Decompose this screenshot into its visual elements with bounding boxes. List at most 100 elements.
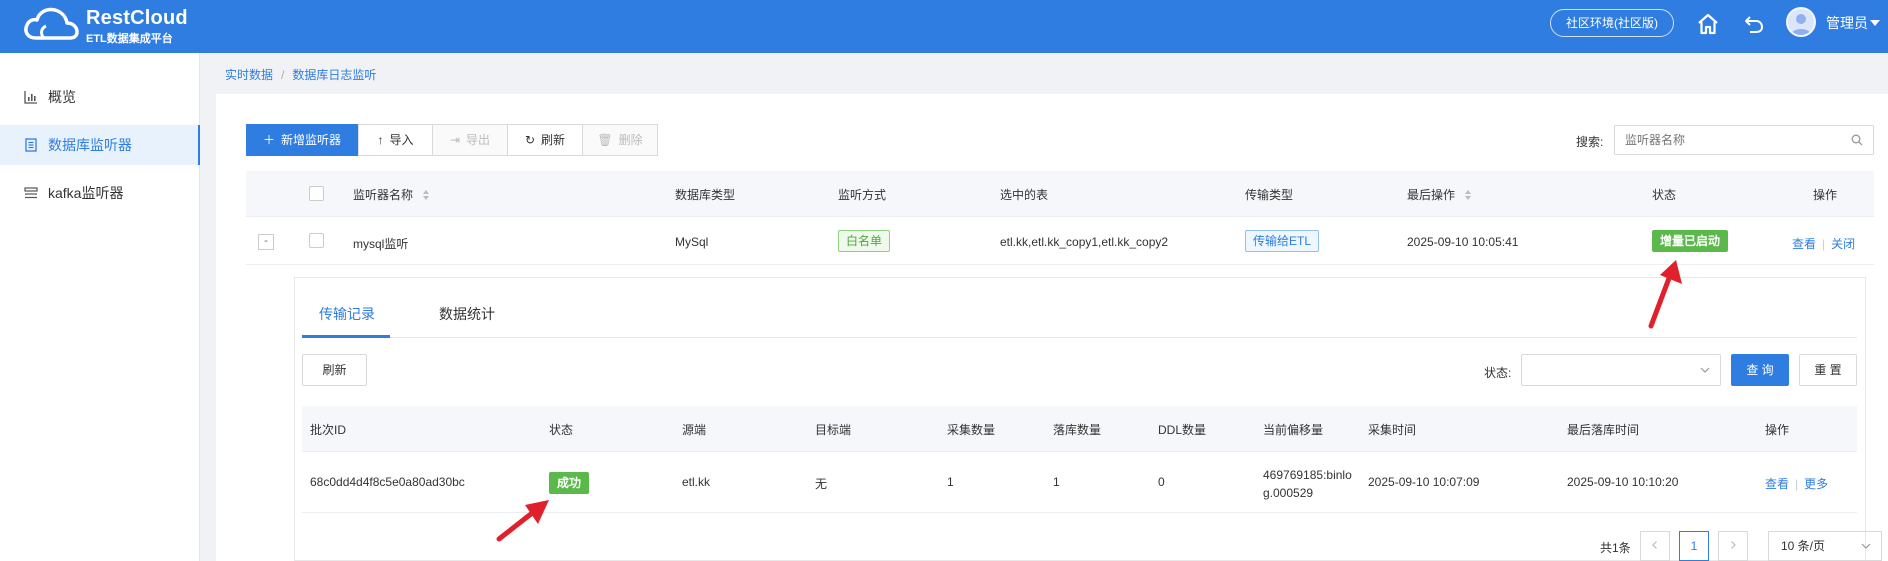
breadcrumb-item[interactable]: 数据库日志监听 (292, 68, 376, 82)
chevron-down-icon (1700, 367, 1710, 373)
annotation-arrow-icon (496, 500, 549, 542)
collected-count: 1 (947, 475, 954, 489)
batch-id: 68c0dd4d4f8c5e0a80ad30bc (310, 475, 465, 489)
detail-tabs: 传输记录 数据统计 (302, 296, 1857, 338)
button-label: 新增监听器 (281, 133, 342, 147)
user-name[interactable]: 管理员 (1826, 13, 1868, 33)
button-label: 导出 (466, 133, 491, 147)
page-number[interactable]: 1 (1679, 531, 1709, 561)
row-actions: 查看 | 关闭 (1792, 235, 1855, 252)
sort-icon[interactable] (1464, 189, 1472, 201)
transfer-type-tag: 传输给ETL (1245, 230, 1320, 252)
tab-data-statistics[interactable]: 数据统计 (439, 304, 495, 324)
row-actions: 查看 | 更多 (1765, 475, 1828, 492)
collect-time: 2025-09-10 10:07:09 (1368, 475, 1480, 489)
column-header: DDL数量 (1158, 423, 1207, 437)
column-header: 源端 (682, 423, 707, 437)
status-badge: 增量已启动 (1652, 230, 1729, 252)
arrow-up-icon: ↑ (377, 133, 384, 147)
breadcrumb: 实时数据 / 数据库日志监听 (225, 66, 376, 83)
user-avatar-icon (1791, 14, 1811, 35)
annotation-arrow-icon (1648, 260, 1682, 329)
column-header[interactable]: 最后操作 (1407, 186, 1472, 203)
home-icon[interactable] (1696, 12, 1720, 36)
add-listener-button[interactable]: ＋ 新增监听器 (246, 124, 358, 156)
column-header[interactable]: 监听器名称 (353, 186, 430, 203)
page-size-select[interactable]: 10 条/页 (1768, 531, 1882, 561)
column-header: 状态 (1652, 188, 1677, 202)
selected-tables: etl.kk,etl.kk_copy1,etl.kk_copy2 (1000, 235, 1169, 249)
status-badge: 成功 (549, 472, 590, 494)
column-header: 操作 (1813, 188, 1838, 202)
breadcrumb-item[interactable]: 实时数据 (225, 68, 273, 82)
active-tab-indicator (302, 335, 390, 338)
next-page-button[interactable] (1718, 531, 1748, 561)
export-button[interactable]: ⇥ 导出 (432, 124, 508, 156)
export-icon: ⇥ (449, 133, 461, 147)
divider: | (1795, 477, 1799, 491)
avatar[interactable] (1786, 7, 1816, 37)
listener-name: mysql监听 (353, 237, 409, 251)
delete-button[interactable]: 🗑 删除 (582, 124, 658, 156)
query-button[interactable]: 查 询 (1731, 354, 1789, 386)
column-header: 采集时间 (1368, 423, 1417, 437)
source: etl.kk (682, 475, 711, 489)
view-link[interactable]: 查看 (1765, 477, 1789, 491)
stack-icon (24, 187, 38, 199)
prev-page-button[interactable] (1640, 531, 1670, 561)
column-header: 状态 (549, 423, 574, 437)
row-checkbox[interactable] (309, 233, 324, 248)
status-select[interactable] (1521, 354, 1721, 386)
sidebar-item-kafka-listener[interactable]: kafka监听器 (0, 173, 200, 213)
undo-icon[interactable] (1742, 12, 1766, 36)
chevron-down-icon (1861, 543, 1871, 549)
import-button[interactable]: ↑ 导入 (358, 124, 433, 156)
ddl-count: 0 (1158, 475, 1165, 489)
column-label: 监听器名称 (353, 188, 414, 202)
db-type: MySql (675, 235, 709, 249)
current-offset: 469769185:binlog.000529 (1263, 468, 1352, 500)
sidebar-item-overview[interactable]: 概览 (0, 77, 200, 117)
detail-refresh-button[interactable]: 刷新 (302, 354, 367, 386)
listener-table-header: 监听器名称 数据库类型 监听方式 选中的表 传输类型 最后操作 状态 操作 (246, 171, 1874, 217)
column-header: 批次ID (310, 423, 347, 437)
more-link[interactable]: 更多 (1804, 477, 1828, 491)
sidebar-item-label: kafka监听器 (48, 185, 124, 201)
plus-icon: ＋ (262, 133, 275, 147)
divider: | (1822, 237, 1826, 251)
logo-title: RestCloud (86, 7, 188, 29)
records-table-header: 批次ID 状态 源端 目标端 采集数量 落库数量 DDL数量 当前偏移量 采集时… (302, 406, 1857, 452)
collapse-row-button[interactable]: - (258, 234, 274, 250)
search-input[interactable] (1614, 125, 1874, 155)
stored-count: 1 (1053, 475, 1060, 489)
trash-icon: 🗑 (597, 133, 613, 147)
tab-transfer-records[interactable]: 传输记录 (319, 304, 375, 324)
column-header: 当前偏移量 (1263, 423, 1324, 437)
status-filter-label: 状态: (1484, 366, 1512, 380)
caret-down-icon[interactable] (1870, 20, 1880, 26)
environment-badge[interactable]: 社区环境(社区版) (1550, 9, 1674, 37)
table-row: - mysql监听 MySql 白名单 etl.kk,etl.kk_copy1,… (246, 218, 1874, 265)
sort-icon[interactable] (422, 189, 430, 201)
refresh-button[interactable]: ↻ 刷新 (507, 124, 583, 156)
total-count: 共1条 (1600, 541, 1631, 555)
button-label: 删除 (618, 133, 643, 147)
chevron-right-icon (1731, 541, 1736, 549)
button-label: 刷新 (541, 133, 566, 147)
reset-button[interactable]: 重 置 (1799, 354, 1857, 386)
close-link[interactable]: 关闭 (1831, 237, 1855, 251)
select-all-checkbox[interactable] (309, 186, 324, 201)
cloud-logo-icon (24, 7, 79, 40)
column-label: 最后操作 (1407, 188, 1456, 202)
column-header: 选中的表 (1000, 188, 1049, 202)
logo-subtitle: ETL数据集成平台 (86, 33, 173, 45)
target: 无 (815, 477, 828, 491)
search-icon[interactable] (1851, 134, 1863, 146)
document-list-icon (25, 138, 37, 152)
sidebar-item-db-listener[interactable]: 数据库监听器 (0, 125, 200, 165)
view-link[interactable]: 查看 (1792, 237, 1816, 251)
page-size-value: 10 条/页 (1781, 539, 1826, 553)
sidebar: 概览 数据库监听器 kafka监听器 (0, 53, 200, 561)
logo[interactable]: RestCloud ETL数据集成平台 (22, 4, 222, 48)
column-header: 采集数量 (947, 423, 996, 437)
